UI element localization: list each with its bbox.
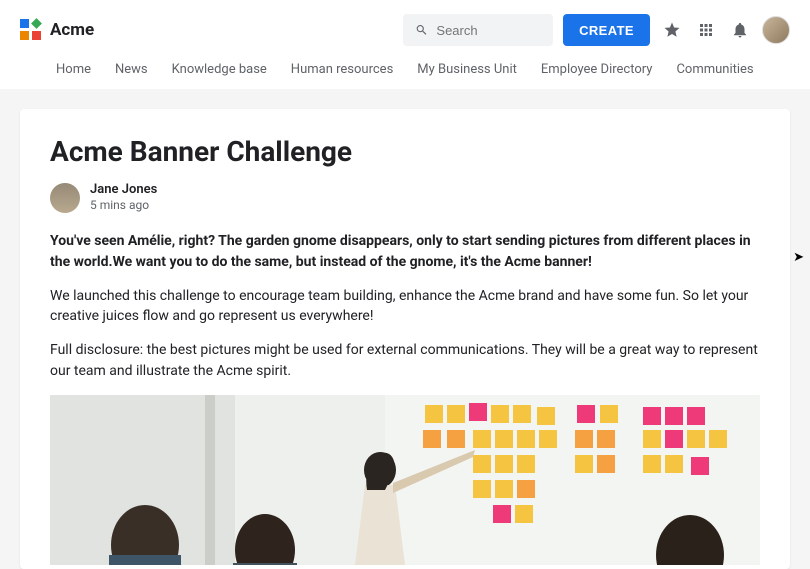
create-button[interactable]: CREATE (563, 14, 650, 46)
nav-item-knowledge-base[interactable]: Knowledge base (172, 62, 267, 77)
notifications-button[interactable] (728, 18, 752, 42)
search-input[interactable] (436, 23, 541, 38)
article-body: You've seen Amélie, right? The garden gn… (50, 231, 760, 381)
nav-item-employee-directory[interactable]: Employee Directory (541, 62, 653, 77)
apps-grid-icon (697, 21, 715, 39)
author-avatar[interactable] (50, 183, 80, 213)
app-header: Acme CREATE Home News Knowledge base Hum… (0, 0, 810, 89)
topbar: Acme CREATE (20, 10, 790, 50)
search-icon (415, 22, 428, 38)
nav-item-human-resources[interactable]: Human resources (291, 62, 393, 77)
primary-nav: Home News Knowledge base Human resources… (20, 50, 790, 89)
brand-logo-icon (20, 19, 42, 41)
search-box[interactable] (403, 14, 553, 46)
nav-item-business-unit[interactable]: My Business Unit (417, 62, 517, 77)
publish-time: 5 mins ago (90, 198, 157, 213)
brand-name: Acme (50, 20, 94, 40)
cursor-icon: ➤ (793, 250, 804, 265)
nav-item-home[interactable]: Home (56, 62, 91, 77)
star-icon (663, 21, 681, 39)
nav-item-communities[interactable]: Communities (676, 62, 753, 77)
apps-button[interactable] (694, 18, 718, 42)
article-lead: You've seen Amélie, right? The garden gn… (50, 231, 760, 272)
author-name[interactable]: Jane Jones (90, 182, 157, 198)
brand[interactable]: Acme (20, 19, 94, 41)
article-title: Acme Banner Challenge (50, 135, 760, 168)
author-row: Jane Jones 5 mins ago (50, 182, 760, 213)
nav-item-news[interactable]: News (115, 62, 148, 77)
article-card: Acme Banner Challenge Jane Jones 5 mins … (20, 109, 790, 569)
favorites-button[interactable] (660, 18, 684, 42)
article-paragraph: Full disclosure: the best pictures might… (50, 340, 760, 381)
article-paragraph: We launched this challenge to encourage … (50, 286, 760, 327)
user-avatar[interactable] (762, 16, 790, 44)
bell-icon (731, 21, 749, 39)
